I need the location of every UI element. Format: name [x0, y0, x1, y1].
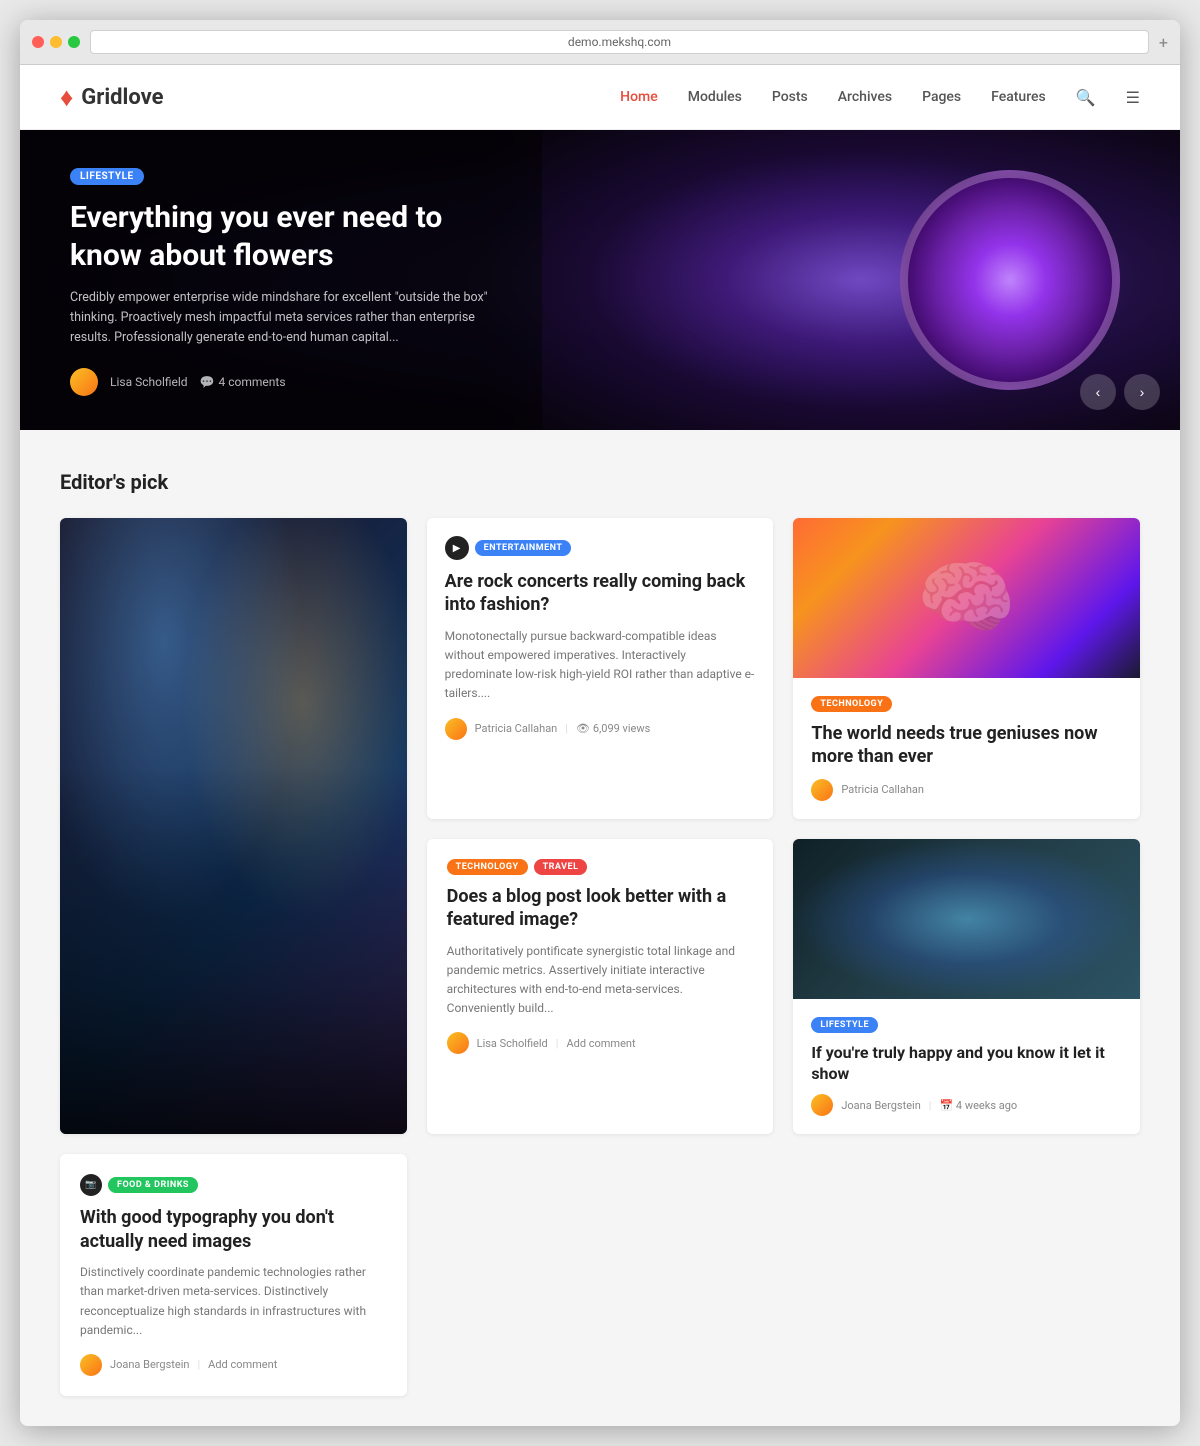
logo-icon: ♦ [60, 82, 73, 113]
blog-author: Lisa Scholfield [477, 1037, 548, 1050]
concert-image [60, 518, 407, 1134]
hero-author: Lisa Scholfield [110, 375, 188, 389]
card-rock-concerts: ▶ ENTERTAINMENT Are rock concerts really… [427, 518, 774, 819]
site-content: ♦ Gridlove Home Modules Posts Archives P… [20, 65, 1180, 1426]
tech-bg: 🧠 [793, 518, 1140, 678]
card-typography: 📷 FOOD & DRINKS With good typography you… [60, 1154, 407, 1396]
hero-title: Everything you ever need to know about f… [70, 199, 490, 274]
rock-author: Patricia Callahan [475, 722, 558, 735]
nav-archives[interactable]: Archives [838, 89, 892, 105]
geniuses-image: 🧠 [793, 518, 1140, 678]
geniuses-body: TECHNOLOGY The world needs true geniuses… [793, 678, 1140, 819]
geniuses-author: Patricia Callahan [841, 783, 924, 796]
close-dot[interactable] [32, 36, 44, 48]
hero-meta: Lisa Scholfield 💬 4 comments [70, 368, 490, 396]
hero-flower-image [900, 170, 1120, 390]
browser-dots [32, 36, 80, 48]
menu-icon[interactable]: ☰ [1126, 88, 1140, 107]
hero-badge: LIFESTYLE [70, 168, 144, 185]
blog-meta: Lisa Scholfield | Add comment [447, 1032, 754, 1054]
address-bar[interactable]: demo.mekshq.com [90, 30, 1149, 54]
browser-chrome: demo.mekshq.com + [20, 20, 1180, 65]
sparkle-overlay [793, 839, 1140, 999]
patricia-avatar-2 [811, 779, 833, 801]
search-icon[interactable]: 🔍 [1076, 88, 1096, 107]
nav-pages[interactable]: Pages [922, 89, 961, 105]
happy-title[interactable]: If you're truly happy and you know it le… [811, 1043, 1122, 1085]
rock-concerts-title[interactable]: Are rock concerts really coming back int… [445, 570, 756, 617]
rock-concerts-meta: Patricia Callahan | 👁 6,099 views [445, 718, 756, 740]
joana-avatar-2 [80, 1354, 102, 1376]
lifestyle-badge: LIFESTYLE [811, 1017, 878, 1033]
lifestyle-image [793, 839, 1140, 999]
typography-title[interactable]: With good typography you don't actually … [80, 1206, 387, 1253]
typography-comment[interactable]: Add comment [208, 1358, 277, 1371]
nav-modules[interactable]: Modules [688, 89, 742, 105]
hero-comments: 💬 4 comments [200, 375, 286, 389]
play-icon[interactable]: ▶ [445, 536, 469, 560]
slider-prev-button[interactable]: ‹ [1080, 374, 1116, 410]
main-content: Editor's pick [20, 430, 1180, 1426]
comment-icon: 💬 [200, 375, 215, 389]
blog-excerpt: Authoritatively pontificate synergistic … [447, 942, 754, 1019]
minimize-dot[interactable] [50, 36, 62, 48]
nav-home[interactable]: Home [620, 89, 658, 105]
slider-next-button[interactable]: › [1124, 374, 1160, 410]
hero-excerpt: Credibly empower enterprise wide mindsha… [70, 288, 490, 348]
hero-content: LIFESTYLE Everything you ever need to kn… [20, 130, 540, 430]
lifestyle-bg [793, 839, 1140, 999]
nav-posts[interactable]: Posts [772, 89, 808, 105]
rock-concerts-body: ▶ ENTERTAINMENT Are rock concerts really… [427, 518, 774, 758]
hero-slider: LIFESTYLE Everything you ever need to kn… [20, 130, 1180, 430]
geniuses-meta: Patricia Callahan [811, 779, 1122, 801]
entertainment-badge: ENTERTAINMENT [475, 540, 572, 556]
logo-text: Gridlove [81, 85, 163, 110]
technology-badge: TECHNOLOGY [811, 696, 892, 712]
travel-badge: TRAVEL [534, 859, 588, 875]
card-happy: LIFESTYLE If you're truly happy and you … [793, 839, 1140, 1135]
tech-badge-2: TECHNOLOGY [447, 859, 528, 875]
typography-badges: 📷 FOOD & DRINKS [80, 1174, 387, 1196]
rock-concerts-badges: ▶ ENTERTAINMENT [445, 536, 756, 560]
camera-icon: 📷 [80, 1174, 102, 1196]
views-count: 👁 6,099 views [576, 722, 650, 735]
hero-avatar [70, 368, 98, 396]
lisa-avatar [447, 1032, 469, 1054]
happy-meta: Joana Bergstein | 📅 4 weeks ago [811, 1094, 1122, 1116]
card-true-geniuses: 🧠 TECHNOLOGY The world needs true genius… [793, 518, 1140, 819]
add-comment-link[interactable]: Add comment [566, 1037, 635, 1050]
logo[interactable]: ♦ Gridlove [60, 82, 164, 113]
happy-time: 📅 4 weeks ago [939, 1099, 1017, 1112]
blog-title[interactable]: Does a blog post look better with a feat… [447, 885, 754, 932]
happy-author: Joana Bergstein [841, 1099, 920, 1112]
hero-background: LIFESTYLE Everything you ever need to kn… [20, 130, 1180, 430]
geniuses-badges: TECHNOLOGY [811, 696, 1122, 712]
expand-icon[interactable]: + [1159, 33, 1168, 52]
eye-icon: 👁 [576, 722, 590, 735]
card-concert [60, 518, 407, 1134]
main-nav: Home Modules Posts Archives Pages Featur… [620, 88, 1140, 107]
einstein-face: 🧠 [793, 518, 1140, 678]
nav-features[interactable]: Features [991, 89, 1046, 105]
typography-meta: Joana Bergstein | Add comment [80, 1354, 387, 1376]
maximize-dot[interactable] [68, 36, 80, 48]
browser-window: demo.mekshq.com + ♦ Gridlove Home Module… [20, 20, 1180, 1426]
blog-badges: TECHNOLOGY TRAVEL [447, 859, 754, 875]
happy-badges: LIFESTYLE [811, 1017, 1122, 1033]
geniuses-title[interactable]: The world needs true geniuses now more t… [811, 722, 1122, 769]
concert-overlay [60, 518, 407, 1134]
card-blog-post: TECHNOLOGY TRAVEL Does a blog post look … [427, 839, 774, 1135]
site-header: ♦ Gridlove Home Modules Posts Archives P… [20, 65, 1180, 130]
editors-pick-title: Editor's pick [60, 470, 1140, 494]
joana-avatar [811, 1094, 833, 1116]
slider-controls: ‹ › [1080, 374, 1160, 410]
rock-concerts-excerpt: Monotonectally pursue backward-compatibl… [445, 627, 756, 704]
happy-body: LIFESTYLE If you're truly happy and you … [793, 999, 1140, 1135]
food-drinks-badge: FOOD & DRINKS [108, 1177, 198, 1193]
editors-grid: ▶ ENTERTAINMENT Are rock concerts really… [60, 518, 1140, 1396]
typography-author: Joana Bergstein [110, 1358, 189, 1371]
patricia-avatar [445, 718, 467, 740]
concert-bg [60, 518, 407, 1134]
typography-excerpt: Distinctively coordinate pandemic techno… [80, 1263, 387, 1340]
